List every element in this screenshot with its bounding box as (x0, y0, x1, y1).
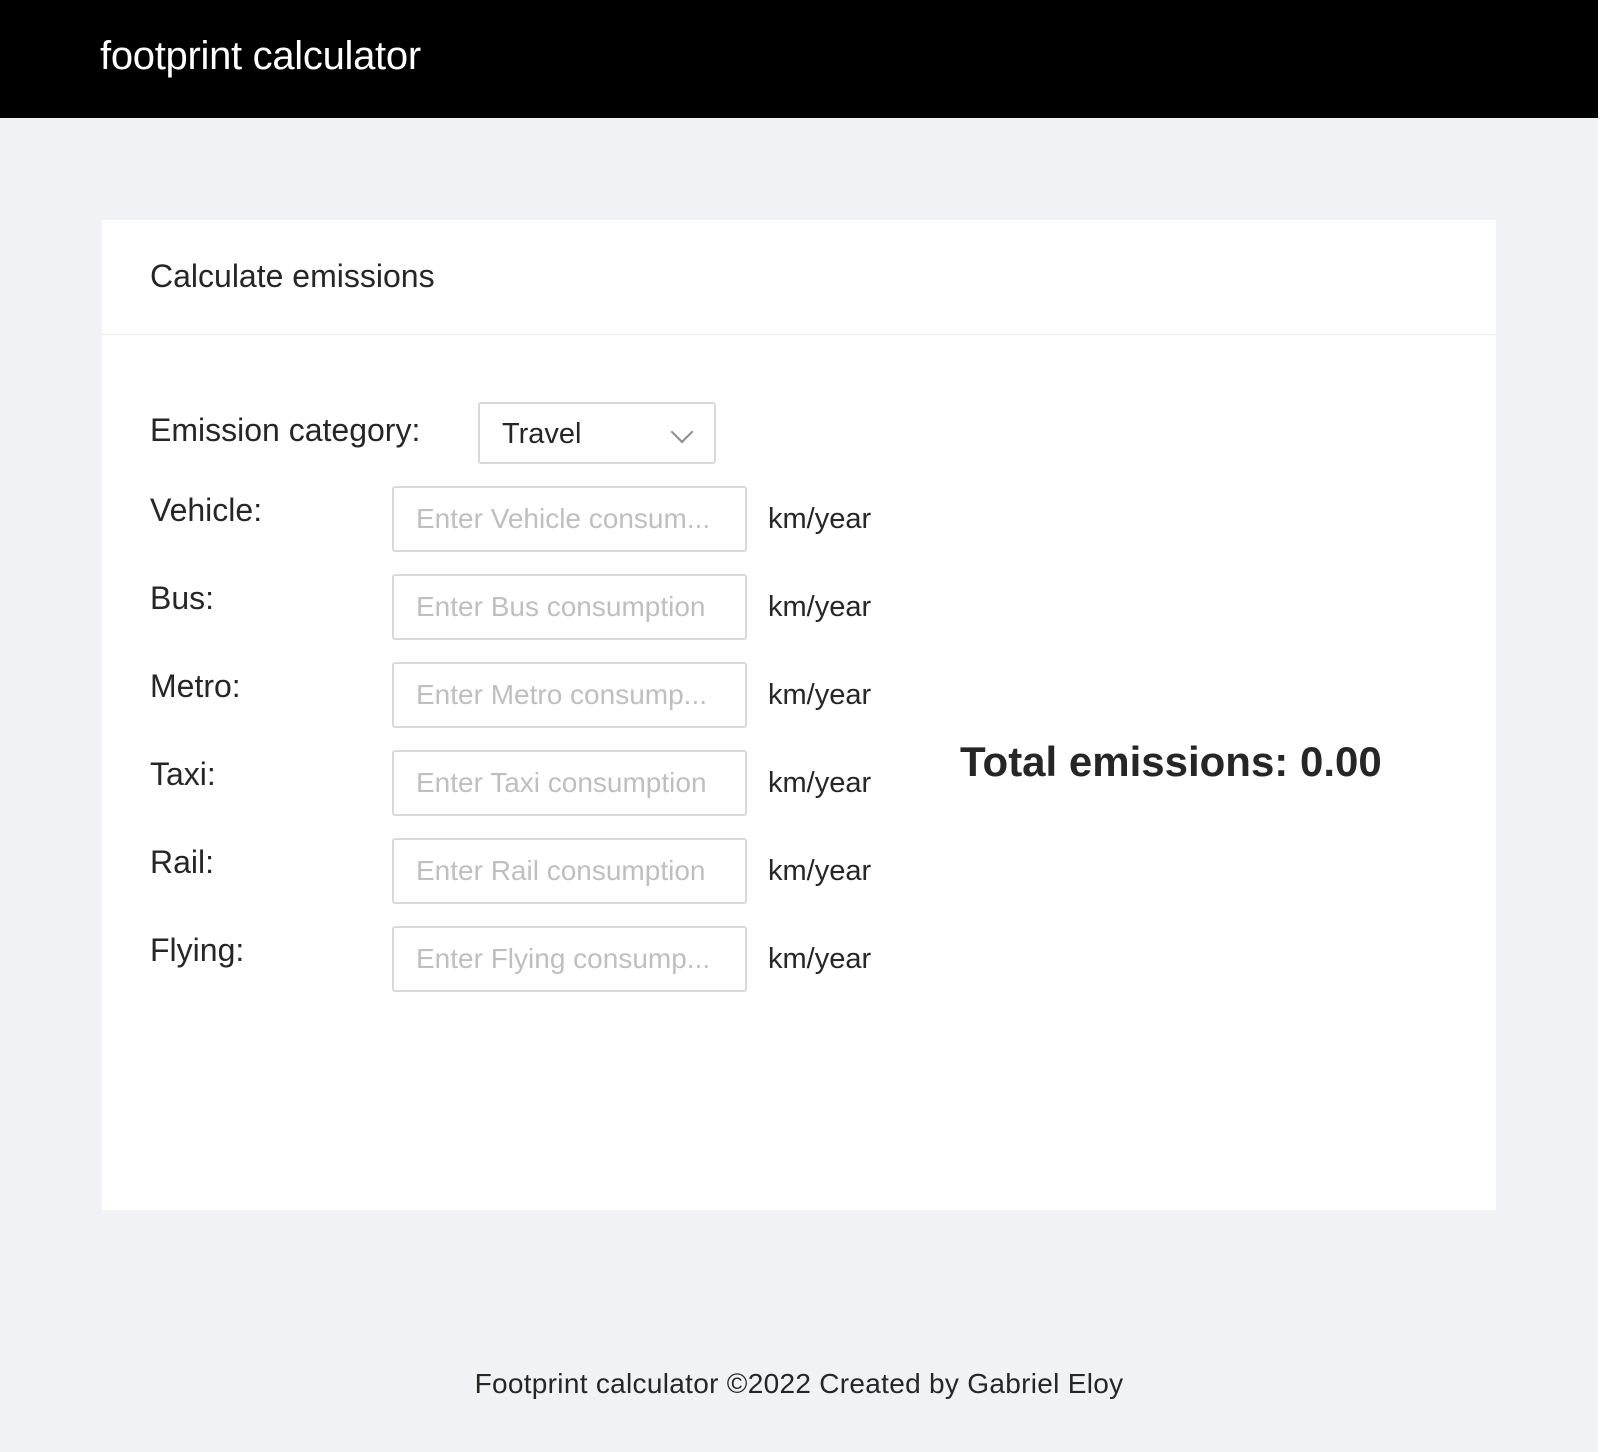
vehicle-row: Vehicle: km/year (150, 486, 930, 552)
bus-input[interactable] (392, 574, 747, 640)
total-emissions: Total emissions: 0.00 (960, 738, 1382, 785)
flying-label: Flying: (150, 932, 245, 968)
emission-category-selected-value: Travel (502, 418, 582, 450)
taxi-input[interactable] (392, 750, 747, 816)
flying-unit: km/year (768, 943, 872, 975)
page-footer: Footprint calculator ©2022 Created by Ga… (474, 1368, 1124, 1399)
emission-category-select[interactable]: Travel (478, 402, 716, 464)
metro-input[interactable] (392, 662, 747, 728)
bus-label: Bus: (150, 580, 215, 616)
card-header: Calculate emissions (102, 220, 1496, 335)
rail-input[interactable] (392, 838, 747, 904)
window-edge (1598, 0, 1602, 1452)
vehicle-unit: km/year (768, 503, 872, 535)
vehicle-label: Vehicle: (150, 492, 263, 528)
rail-unit: km/year (768, 855, 872, 887)
taxi-row: Taxi: km/year (150, 750, 930, 816)
chevron-down-icon (670, 420, 694, 444)
emission-category-label: Emission category: (150, 412, 421, 448)
metro-row: Metro: km/year (150, 662, 930, 728)
app-title: footprint calculator (100, 34, 421, 78)
metro-label: Metro: (150, 668, 241, 704)
vehicle-input[interactable] (392, 486, 747, 552)
card-title: Calculate emissions (150, 258, 435, 294)
bus-row: Bus: km/year (150, 574, 930, 640)
bus-unit: km/year (768, 591, 872, 623)
rail-label: Rail: (150, 844, 215, 880)
calculator-card: Calculate emissions Emission category: T… (102, 220, 1496, 1210)
metro-unit: km/year (768, 679, 872, 711)
flying-row: Flying: km/year (150, 926, 930, 992)
app-header: footprint calculator (0, 0, 1598, 118)
taxi-unit: km/year (768, 767, 872, 799)
rail-row: Rail: km/year (150, 838, 930, 904)
taxi-label: Taxi: (150, 756, 216, 792)
flying-input[interactable] (392, 926, 747, 992)
